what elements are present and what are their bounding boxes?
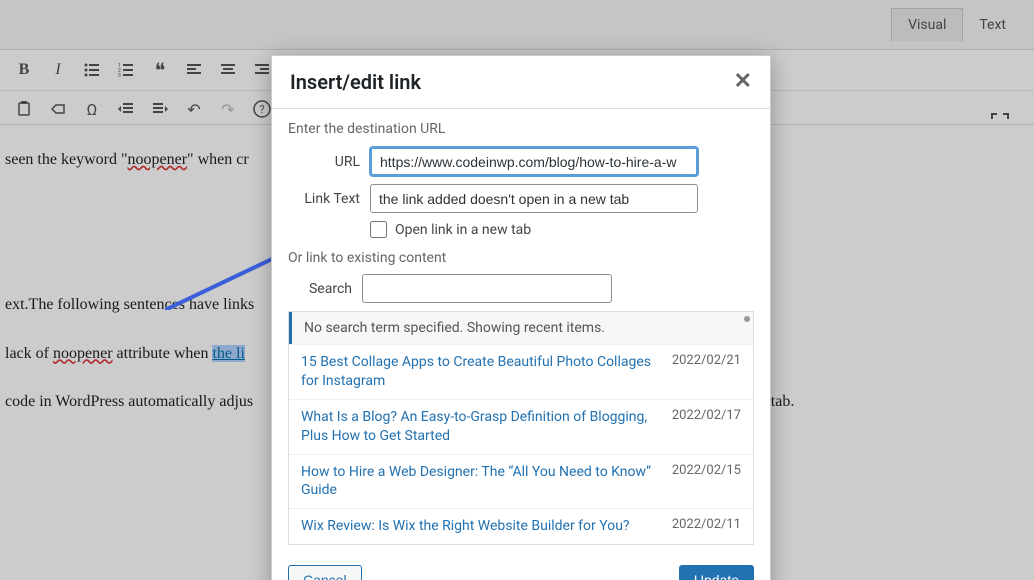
url-label: URL (288, 154, 370, 170)
result-date: 2022/02/15 (672, 463, 741, 478)
search-input[interactable] (362, 274, 612, 303)
text: " when cr (187, 151, 249, 168)
text-underlined: noopener (128, 151, 188, 168)
results-header: No search term specified. Showing recent… (289, 312, 753, 344)
text: lack of (5, 345, 53, 362)
text: code in WordPress automatically adjus (5, 393, 253, 410)
url-input[interactable] (370, 147, 698, 176)
outdent-button[interactable] (114, 97, 138, 121)
modal-title: Insert/edit link (290, 70, 421, 94)
special-char-button[interactable]: Ω (80, 97, 104, 121)
results-list: No search term specified. Showing recent… (288, 311, 754, 545)
result-title: Wix Review: Is Wix the Right Website Bui… (301, 517, 672, 536)
modal-header: Insert/edit link ✕ (272, 56, 770, 109)
svg-text:3: 3 (118, 73, 121, 78)
update-button[interactable]: Update (679, 565, 754, 580)
bold-button[interactable]: B (12, 58, 36, 82)
cancel-button[interactable]: Cancel (288, 565, 362, 580)
linktext-label: Link Text (288, 191, 370, 207)
result-date: 2022/02/21 (672, 353, 741, 368)
text: seen the keyword " (5, 151, 128, 168)
search-label: Search (288, 281, 362, 297)
bullet-list-button[interactable] (80, 58, 104, 82)
paste-button[interactable] (12, 97, 36, 121)
tab-visual[interactable]: Visual (891, 8, 963, 41)
svg-text:?: ? (259, 103, 264, 116)
result-item[interactable]: How to Hire a Web Designer: The “All You… (289, 454, 753, 509)
newtab-label: Open link in a new tab (395, 222, 531, 238)
indent-button[interactable] (148, 97, 172, 121)
numbered-list-button[interactable]: 123 (114, 58, 138, 82)
blockquote-button[interactable]: ❝ (148, 58, 172, 82)
result-item[interactable]: What Is a Blog? An Easy-to-Grasp Definit… (289, 399, 753, 454)
selected-link[interactable]: the li (212, 345, 244, 362)
align-center-button[interactable] (216, 58, 240, 82)
text-underlined: noopener (53, 345, 113, 362)
result-title: How to Hire a Web Designer: The “All You… (301, 463, 672, 501)
newtab-checkbox[interactable] (370, 221, 387, 238)
text: attribute when (113, 345, 213, 362)
align-left-button[interactable] (182, 58, 206, 82)
modal-footer: Cancel Update (272, 553, 770, 580)
result-title: What Is a Blog? An Easy-to-Grasp Definit… (301, 408, 672, 446)
url-hint: Enter the destination URL (288, 121, 754, 137)
editor-tabs: Visual Text (0, 0, 1034, 50)
linktext-input[interactable] (370, 184, 698, 213)
or-link-text: Or link to existing content (288, 250, 754, 266)
redo-button[interactable]: ↷ (216, 97, 240, 121)
insert-link-modal: Insert/edit link ✕ Enter the destination… (271, 55, 771, 580)
result-title: 15 Best Collage Apps to Create Beautiful… (301, 353, 672, 391)
clear-formatting-button[interactable] (46, 97, 70, 121)
text: ext.The following sentences have links (5, 296, 254, 313)
result-date: 2022/02/17 (672, 408, 741, 423)
result-date: 2022/02/11 (672, 517, 741, 532)
close-icon[interactable]: ✕ (734, 71, 752, 93)
undo-button[interactable]: ↶ (182, 97, 206, 121)
result-item[interactable]: 15 Best Collage Apps to Create Beautiful… (289, 344, 753, 399)
italic-button[interactable]: I (46, 58, 70, 82)
result-item[interactable]: Wix Review: Is Wix the Right Website Bui… (289, 508, 753, 544)
tab-text[interactable]: Text (963, 9, 1022, 41)
